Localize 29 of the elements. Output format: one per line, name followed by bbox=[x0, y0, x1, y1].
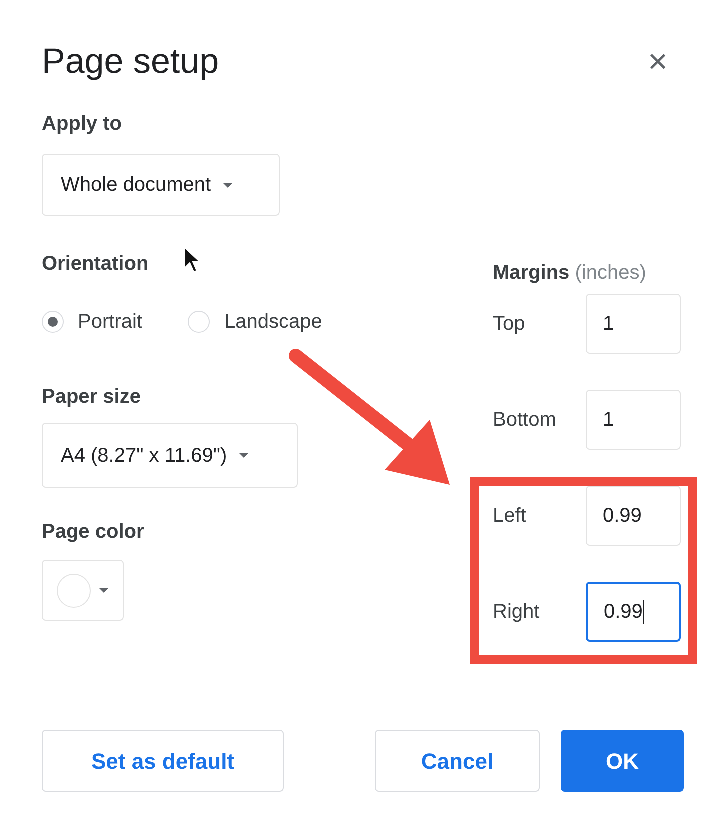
radio-button[interactable] bbox=[42, 311, 64, 333]
margins-label: Margins (inches) bbox=[493, 261, 648, 285]
dialog-title: Page setup bbox=[42, 41, 220, 83]
input-field[interactable]: 1 bbox=[586, 294, 681, 354]
dialog-button[interactable]: Cancel bbox=[375, 730, 540, 792]
input-field[interactable]: 1 bbox=[586, 390, 681, 450]
input-field[interactable]: 0.99 bbox=[586, 486, 681, 546]
section-label: Paper size bbox=[42, 385, 141, 409]
mouse-cursor-icon bbox=[184, 246, 202, 273]
color-picker-button[interactable] bbox=[42, 560, 124, 621]
field-label: Bottom bbox=[493, 408, 558, 433]
dropdown-caret-icon bbox=[99, 588, 109, 593]
dialog-button[interactable]: OK bbox=[561, 730, 684, 792]
field-label: Left bbox=[493, 504, 528, 529]
dialog-button[interactable]: Set as default bbox=[42, 730, 284, 792]
radio-option[interactable]: Portrait bbox=[42, 307, 142, 337]
field-label: Right bbox=[493, 600, 541, 625]
dropdown-caret-icon bbox=[223, 182, 234, 188]
input-field[interactable]: 0.99 bbox=[586, 582, 681, 642]
dropdown-caret-icon bbox=[239, 453, 250, 458]
section-label: Page color bbox=[42, 520, 144, 544]
dropdown-button[interactable]: Whole document bbox=[42, 154, 280, 216]
radio-button[interactable] bbox=[188, 311, 210, 333]
radio-option[interactable]: Landscape bbox=[188, 307, 322, 337]
section-label: Orientation bbox=[42, 252, 149, 276]
dropdown-button[interactable]: A4 (8.27" x 11.69") bbox=[42, 423, 298, 488]
close-button[interactable]: × bbox=[648, 45, 668, 79]
section-label: Apply to bbox=[42, 112, 122, 136]
field-label: Top bbox=[493, 312, 526, 337]
